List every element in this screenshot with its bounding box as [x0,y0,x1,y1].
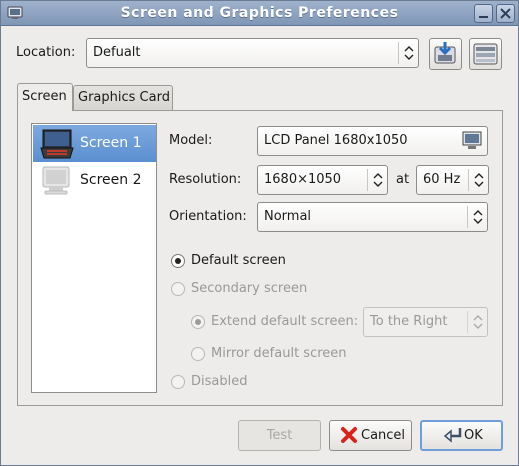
minimize-icon [479,16,488,18]
close-icon [500,8,511,19]
preferences-window: Screen and Graphics Preferences Location… [0,0,519,466]
disabled-label: Disabled [191,374,248,389]
mirror-default-radio[interactable] [191,347,205,361]
at-label: at [396,172,410,187]
secondary-screen-label: Secondary screen [191,281,308,296]
updown-arrow-icon [367,169,387,191]
enter-arrow-icon [442,426,464,454]
location-value: Defualt [93,45,141,60]
disabled-radio[interactable] [171,375,185,389]
extend-default-label: Extend default screen: [211,314,359,329]
tab-graphics-card-label: Graphics Card [78,90,170,105]
window-title: Screen and Graphics Preferences [120,5,399,21]
monitor-icon [461,131,483,155]
cancel-x-icon [340,426,358,455]
test-button[interactable]: Test [238,420,321,451]
updown-arrow-icon [467,206,487,228]
mirror-default-label: Mirror default screen [211,346,347,361]
resolution-value: 1680×1050 [264,172,342,187]
default-screen-radio[interactable] [171,254,185,268]
monitor-lcd-icon [39,128,75,164]
model-value: LCD Panel 1680x1050 [264,133,408,148]
cancel-button-label: Cancel [361,428,406,443]
save-location-button[interactable] [429,38,462,70]
model-combo[interactable]: LCD Panel 1680x1050 [257,126,488,156]
screen-list[interactable]: Screen 1 Screen 2 [31,123,157,393]
save-location-icon [434,42,456,64]
orientation-label: Orientation: [169,209,247,224]
updown-arrow-icon [468,169,488,191]
extend-position-combo[interactable]: To the Right [363,307,488,337]
refresh-rate-combo[interactable]: 60 Hz [416,165,489,195]
minimize-button[interactable] [474,4,493,23]
title-bar[interactable]: Screen and Graphics Preferences [1,1,518,26]
secondary-screen-radio[interactable] [171,282,185,296]
updown-arrow-icon [398,42,418,64]
model-label: Model: [169,133,213,148]
cancel-button[interactable]: Cancel [329,420,412,451]
server-stack-icon [473,43,498,65]
location-label: Location: [16,45,76,60]
manage-locations-button[interactable] [469,38,502,70]
tab-screen-label: Screen [22,89,67,104]
resolution-label: Resolution: [169,172,242,187]
extend-position-value: To the Right [370,314,448,329]
resolution-combo[interactable]: 1680×1050 [257,165,388,195]
tab-graphics-card[interactable]: Graphics Card [73,85,173,110]
screen-2-label: Screen 2 [80,172,142,188]
list-item-screen-2[interactable]: Screen 2 [33,162,156,199]
default-screen-label: Default screen [191,253,286,268]
screen-1-label: Screen 1 [80,135,142,151]
tab-screen[interactable]: Screen [17,83,73,111]
monitor-crt-icon [39,165,75,201]
ok-button[interactable]: OK [420,420,503,451]
test-button-label: Test [266,428,293,443]
refresh-rate-value: 60 Hz [423,172,461,187]
extend-default-radio[interactable] [191,315,205,329]
orientation-combo[interactable]: Normal [257,202,488,232]
location-combo[interactable]: Defualt [86,38,419,68]
updown-arrow-icon [467,311,487,333]
list-item-screen-1[interactable]: Screen 1 [33,125,156,162]
close-button[interactable] [496,4,515,23]
orientation-value: Normal [264,209,312,224]
ok-button-label: OK [464,428,483,443]
